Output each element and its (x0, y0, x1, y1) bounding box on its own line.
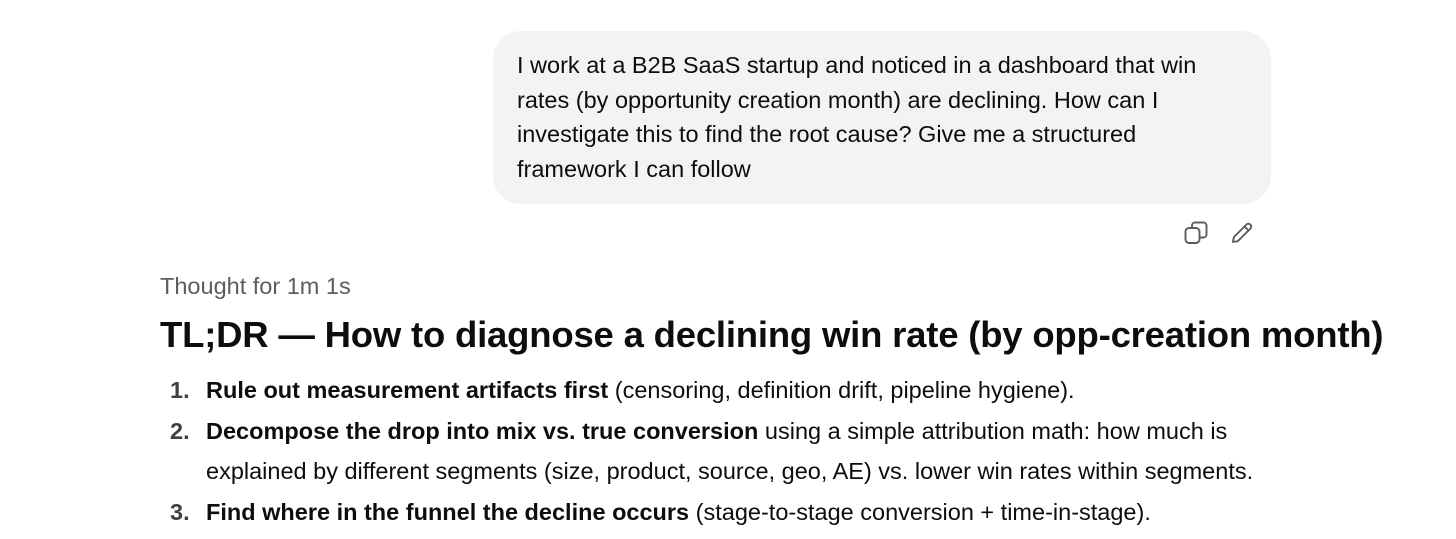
step-bold-text: Find where in the funnel the decline occ… (206, 499, 690, 526)
edit-button[interactable] (1224, 216, 1260, 250)
list-item: 1. Rule out measurement artifacts first … (160, 370, 1300, 411)
step-number: 2. (170, 417, 190, 444)
step-line: Find where in the funnel the decline occ… (206, 492, 1300, 533)
edit-pencil-icon (1232, 222, 1253, 243)
user-message-line: I work at a B2B SaaS startup and noticed… (517, 52, 1197, 78)
copy-icon (1184, 221, 1208, 244)
chat-page: I work at a B2B SaaS startup and noticed… (0, 0, 1456, 539)
step-bold-text: Decompose the drop into mix vs. true con… (206, 417, 759, 444)
step-text: (censoring, definition drift, pipeline h… (608, 377, 1075, 403)
step-text: (stage-to-stage conversion + time-in-sta… (689, 499, 1151, 526)
user-message-line: framework I can follow (517, 156, 751, 183)
response-heading: TL;DR — How to diagnose a declining win … (160, 314, 1384, 355)
list-item: 2. Decompose the drop into mix vs. true … (160, 411, 1300, 492)
user-message-bubble: I work at a B2B SaaS startup and noticed… (493, 31, 1271, 204)
user-message-line: investigate this to find the root cause?… (517, 121, 1137, 148)
step-text: using a simple attribution math: how muc… (758, 417, 1228, 444)
step-number: 3. (170, 499, 190, 526)
thought-duration-toggle[interactable]: Thought for 1m 1s (160, 270, 351, 302)
user-message-line: rates (by opportunity creation month) ar… (517, 86, 1159, 113)
message-actions (1178, 216, 1260, 250)
list-item: 3. Find where in the funnel the decline … (160, 492, 1300, 533)
steps-list: 1. Rule out measurement artifacts first … (160, 370, 1300, 533)
step-line: Decompose the drop into mix vs. true con… (206, 411, 1300, 452)
copy-button[interactable] (1178, 216, 1214, 250)
step-number: 1. (170, 377, 190, 403)
step-text: explained by different segments (size, p… (206, 458, 1254, 485)
step-line: Rule out measurement artifacts first (ce… (206, 370, 1300, 411)
step-bold-text: Rule out measurement artifacts first (206, 377, 609, 403)
